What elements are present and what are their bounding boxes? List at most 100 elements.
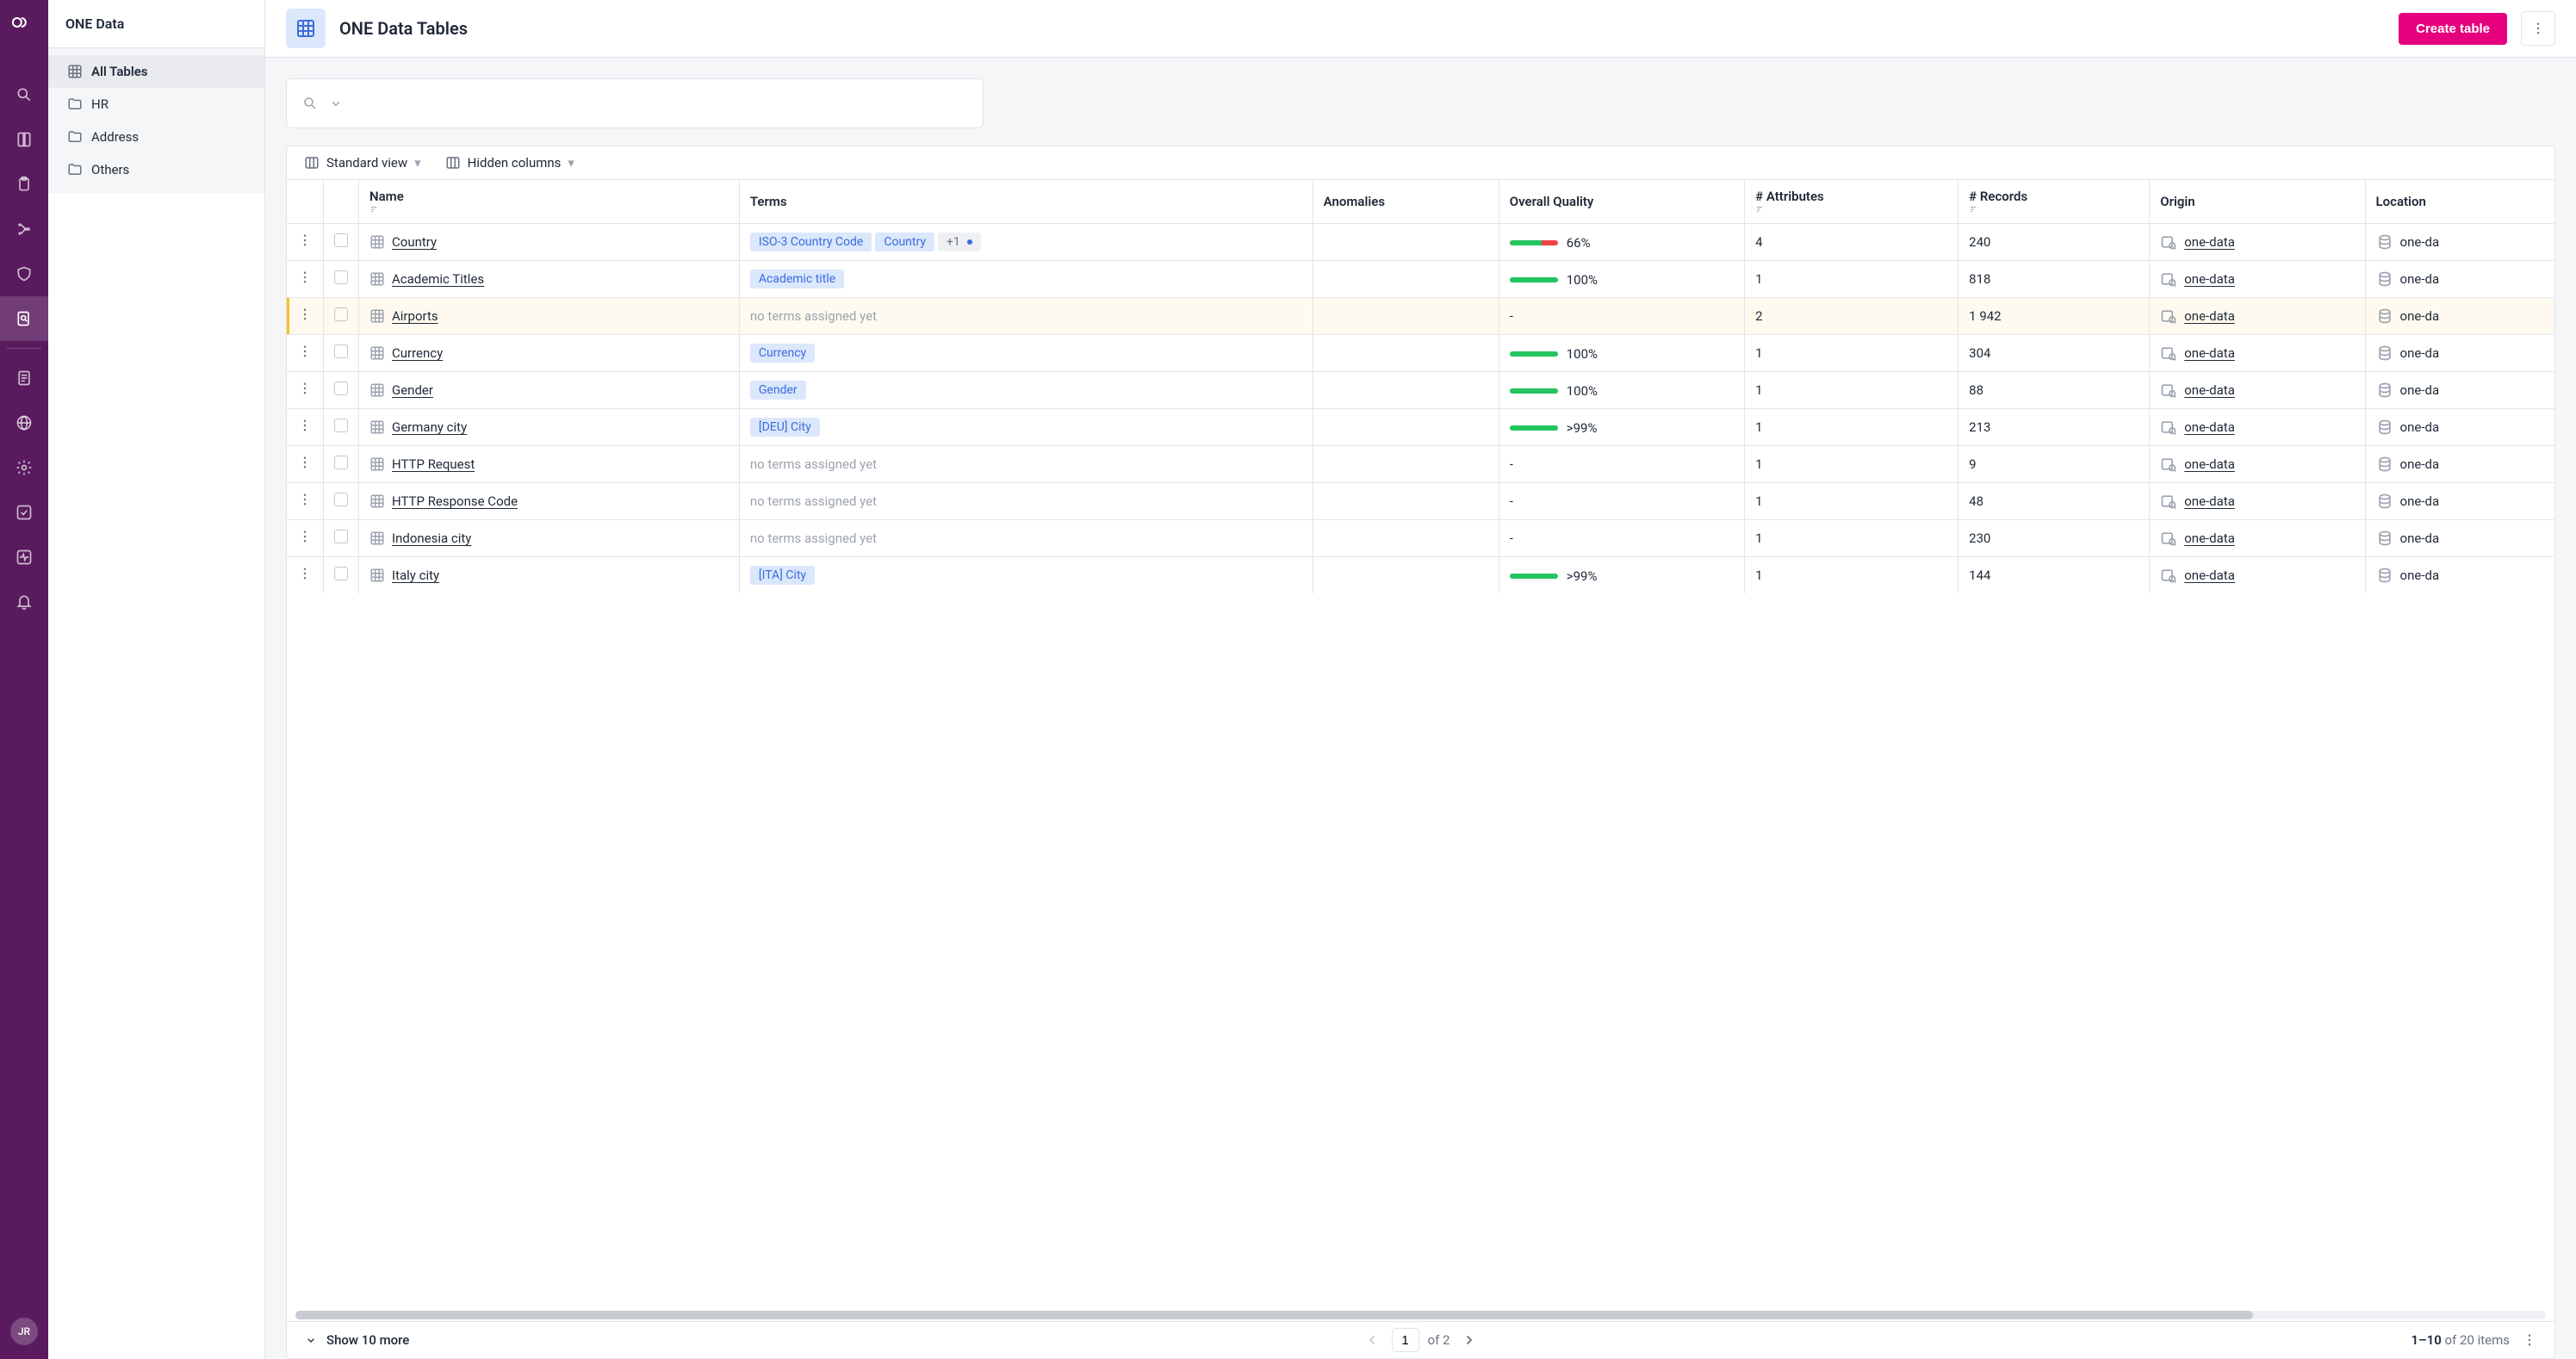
rail-notifications[interactable] xyxy=(0,580,48,624)
user-avatar[interactable]: JR xyxy=(10,1318,38,1345)
col-anomalies[interactable]: Anomalies xyxy=(1313,180,1499,224)
origin-link[interactable]: one-data xyxy=(2184,568,2235,583)
row-checkbox[interactable] xyxy=(334,344,348,358)
sidebar-item-label: All Tables xyxy=(91,64,148,79)
cell-anomalies xyxy=(1313,298,1499,335)
page-menu-button[interactable] xyxy=(2521,11,2555,46)
row-checkbox[interactable] xyxy=(334,456,348,469)
row-name-link[interactable]: HTTP Request xyxy=(392,456,475,472)
sidebar-item-all-tables[interactable]: All Tables xyxy=(48,55,264,88)
col-name[interactable]: Name xyxy=(359,180,740,224)
row-name-link[interactable]: Country xyxy=(392,234,437,250)
term-chip[interactable]: Gender xyxy=(750,381,806,400)
row-name-link[interactable]: Italy city xyxy=(392,568,439,583)
term-chip[interactable]: [ITA] City xyxy=(750,566,815,585)
row-name-link[interactable]: Currency xyxy=(392,345,443,361)
origin-link[interactable]: one-data xyxy=(2184,308,2235,324)
origin-link[interactable]: one-data xyxy=(2184,531,2235,546)
term-chip[interactable]: [DEU] City xyxy=(750,418,820,437)
row-checkbox[interactable] xyxy=(334,493,348,506)
rail-shield[interactable] xyxy=(0,251,48,296)
sidebar-item-others[interactable]: Others xyxy=(48,153,264,186)
search-expand-icon[interactable] xyxy=(328,96,344,111)
col-origin[interactable]: Origin xyxy=(2150,180,2365,224)
hidden-columns-label: Hidden columns xyxy=(468,155,562,171)
col-attributes[interactable]: # Attributes xyxy=(1745,180,1958,224)
origin-link[interactable]: one-data xyxy=(2184,382,2235,398)
origin-link[interactable]: one-data xyxy=(2184,234,2235,250)
origin-link[interactable]: one-data xyxy=(2184,419,2235,435)
sidebar-item-address[interactable]: Address xyxy=(48,121,264,153)
row-checkbox[interactable] xyxy=(334,307,348,321)
pager-prev[interactable] xyxy=(1362,1330,1383,1350)
rail-doc[interactable] xyxy=(0,356,48,400)
search-bar[interactable] xyxy=(286,78,984,128)
row-menu-button[interactable] xyxy=(297,270,313,285)
term-chip[interactable]: Country xyxy=(875,233,934,251)
row-menu-button[interactable] xyxy=(297,344,313,359)
rail-flow[interactable] xyxy=(0,207,48,251)
location-value: one-da xyxy=(2400,419,2440,435)
row-checkbox[interactable] xyxy=(334,382,348,395)
rail-catalog[interactable] xyxy=(0,117,48,162)
database-icon xyxy=(2376,307,2393,325)
row-menu-button[interactable] xyxy=(297,566,313,581)
row-menu-button[interactable] xyxy=(297,455,313,470)
rail-health[interactable] xyxy=(0,535,48,580)
footer-menu-button[interactable] xyxy=(2522,1332,2537,1348)
pager-page-input[interactable] xyxy=(1392,1328,1419,1352)
row-name-link[interactable]: Airports xyxy=(392,308,438,324)
row-name-link[interactable]: Academic Titles xyxy=(392,271,484,287)
hidden-columns-selector[interactable]: Hidden columns ▾ xyxy=(445,155,574,171)
term-chip[interactable]: Academic title xyxy=(750,270,844,289)
quality-bar: 100% xyxy=(1510,272,1598,288)
rail-clipboard[interactable] xyxy=(0,162,48,207)
pager-next[interactable] xyxy=(1458,1330,1479,1350)
origin-link[interactable]: one-data xyxy=(2184,493,2235,509)
row-name-link[interactable]: Indonesia city xyxy=(392,531,471,546)
row-checkbox[interactable] xyxy=(334,530,348,543)
rail-data[interactable] xyxy=(0,296,48,341)
origin-link[interactable]: one-data xyxy=(2184,345,2235,361)
sidebar-nav: All Tables HRAddress Others xyxy=(48,48,264,193)
horizontal-scrollbar[interactable] xyxy=(295,1311,2546,1319)
quality-value: >99% xyxy=(1567,420,1598,436)
origin-link[interactable]: one-data xyxy=(2184,456,2235,472)
row-name-link[interactable]: HTTP Response Code xyxy=(392,493,518,509)
show-more-button[interactable]: Show 10 more xyxy=(304,1332,409,1348)
table-icon xyxy=(369,568,385,583)
row-menu-button[interactable] xyxy=(297,233,313,248)
row-checkbox[interactable] xyxy=(334,419,348,432)
view-selector[interactable]: Standard view ▾ xyxy=(304,155,421,171)
sidebar-item-label: Others xyxy=(91,162,129,177)
table-toolbar: Standard view ▾ Hidden columns ▾ xyxy=(287,146,2554,179)
row-checkbox[interactable] xyxy=(334,233,348,247)
col-quality[interactable]: Overall Quality xyxy=(1499,180,1744,224)
sidebar-item-hr[interactable]: HR xyxy=(48,88,264,121)
rail-check[interactable] xyxy=(0,490,48,535)
origin-link[interactable]: one-data xyxy=(2184,271,2235,287)
term-chip[interactable]: Currency xyxy=(750,344,815,363)
row-menu-button[interactable] xyxy=(297,381,313,396)
row-menu-button[interactable] xyxy=(297,418,313,433)
cell-attributes: 1 xyxy=(1745,372,1958,409)
col-terms[interactable]: Terms xyxy=(739,180,1313,224)
row-menu-button[interactable] xyxy=(297,492,313,507)
rail-search[interactable] xyxy=(0,72,48,117)
location-value: one-da xyxy=(2400,382,2440,398)
row-checkbox[interactable] xyxy=(334,270,348,284)
row-menu-button[interactable] xyxy=(297,307,313,322)
catalog-icon xyxy=(2160,307,2177,325)
row-menu-button[interactable] xyxy=(297,529,313,544)
row-name-link[interactable]: Germany city xyxy=(392,419,467,435)
create-table-button[interactable]: Create table xyxy=(2399,13,2507,45)
row-name-link[interactable]: Gender xyxy=(392,382,433,398)
col-records[interactable]: # Records xyxy=(1958,180,2150,224)
col-location[interactable]: Location xyxy=(2365,180,2554,224)
rail-settings[interactable] xyxy=(0,445,48,490)
term-chip-more[interactable]: +1 xyxy=(938,233,981,251)
rail-globe[interactable] xyxy=(0,400,48,445)
row-checkbox[interactable] xyxy=(334,567,348,580)
term-chip[interactable]: ISO-3 Country Code xyxy=(750,233,872,251)
scrollbar-thumb[interactable] xyxy=(295,1311,2253,1319)
